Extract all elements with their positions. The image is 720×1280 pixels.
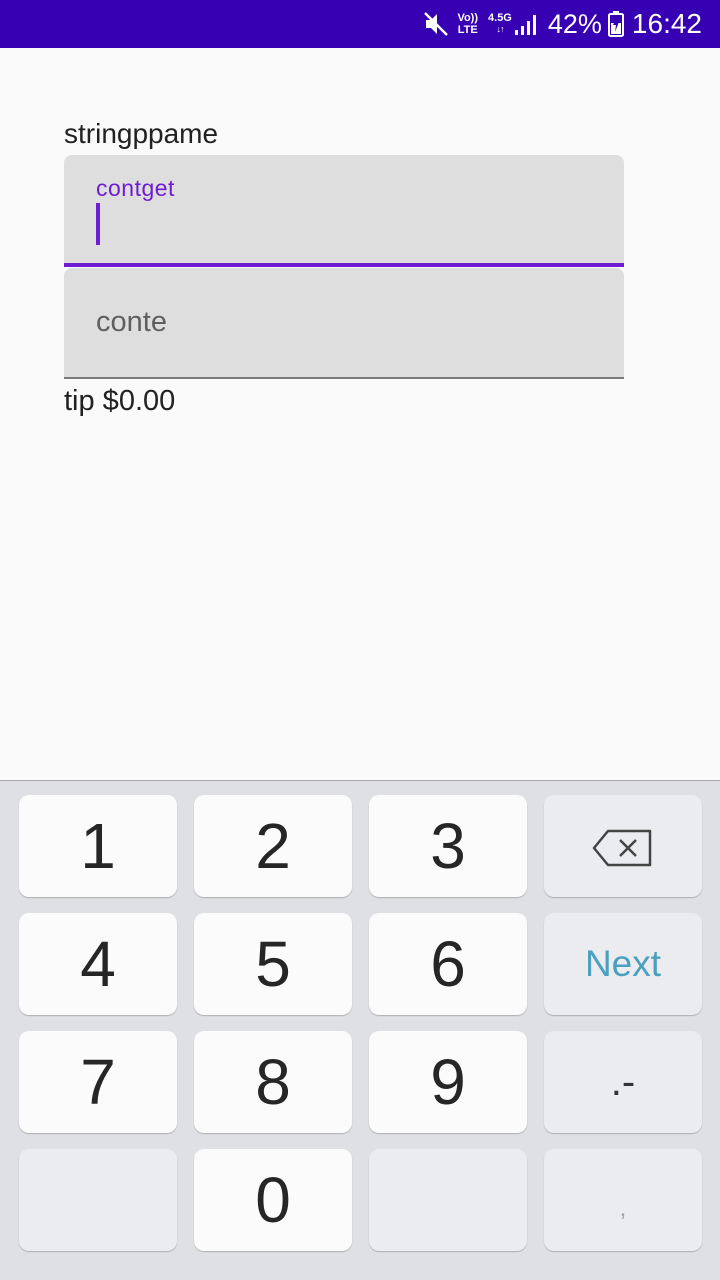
status-icons: Vo)) LTE 4.5G ↓↑ 42% 16:42	[423, 0, 702, 48]
volte-bottom-text: LTE	[457, 24, 478, 36]
key-9[interactable]: 9	[369, 1031, 527, 1133]
conte-field-placeholder: conte	[96, 306, 167, 338]
key-7[interactable]: 7	[19, 1031, 177, 1133]
network-type-text: 4.5G	[488, 12, 512, 24]
blank-key-right	[369, 1149, 527, 1251]
key-5[interactable]: 5	[194, 913, 352, 1015]
status-time: 16:42	[631, 8, 702, 39]
battery-charging-icon	[607, 11, 624, 37]
volte-indicator: Vo)) LTE	[457, 12, 478, 36]
key-8[interactable]: 8	[194, 1031, 352, 1133]
signal-icon	[514, 12, 540, 36]
key-1[interactable]: 1	[19, 795, 177, 897]
blank-key-left	[19, 1149, 177, 1251]
contget-text-field[interactable]: contget	[64, 155, 624, 267]
backspace-key[interactable]	[544, 795, 702, 897]
key-0[interactable]: 0	[194, 1149, 352, 1251]
page-title: stringppame	[64, 118, 219, 149]
key-6[interactable]: 6	[369, 913, 527, 1015]
dot-dash-key[interactable]: .-	[544, 1031, 702, 1133]
status-bar: Vo)) LTE 4.5G ↓↑ 42% 16:42	[0, 0, 720, 48]
dot-dash-key-label: .-	[610, 1059, 636, 1104]
contget-field-label: contget	[96, 175, 175, 201]
text-cursor	[96, 203, 100, 245]
mute-icon	[423, 11, 449, 37]
numeric-keyboard: 1 2 3 4 5 6 Next 7 8 9 .- 0 ,	[0, 780, 720, 1280]
comma-key[interactable]: ,	[544, 1149, 702, 1251]
volte-top-text: Vo))	[457, 12, 479, 24]
key-2[interactable]: 2	[194, 795, 352, 897]
key-4[interactable]: 4	[19, 913, 177, 1015]
comma-key-label: ,	[619, 1195, 627, 1222]
key-3[interactable]: 3	[369, 795, 527, 897]
network-type-indicator: 4.5G ↓↑	[488, 13, 512, 35]
next-key-label: Next	[584, 943, 662, 984]
battery-percent: 42%	[547, 8, 602, 39]
conte-text-field[interactable]: conte	[64, 268, 624, 379]
network-arrows-icon: ↓↑	[496, 24, 504, 34]
next-key[interactable]: Next	[544, 913, 702, 1015]
tip-amount-text: tip $0.00	[64, 385, 176, 417]
backspace-icon	[592, 809, 654, 883]
